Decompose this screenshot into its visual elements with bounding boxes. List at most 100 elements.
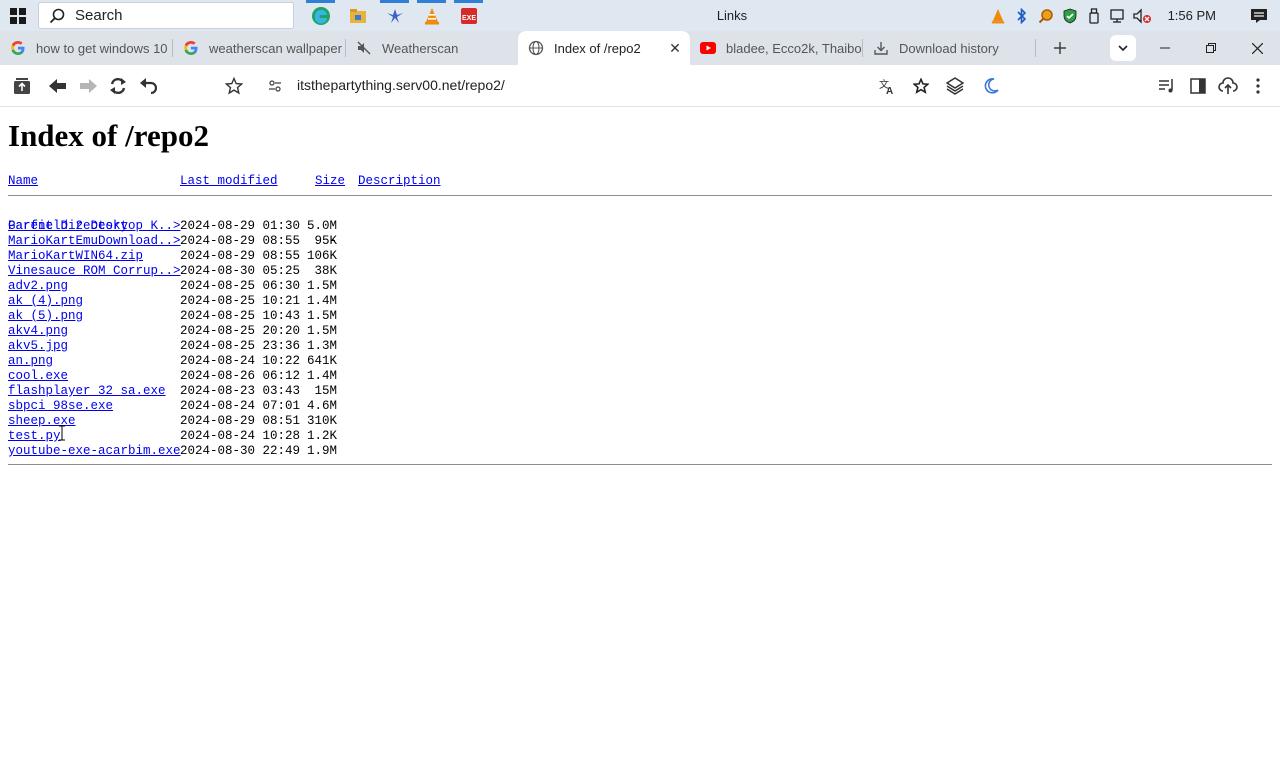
- file-link[interactable]: Garfield_2_Desktop_K..>: [8, 219, 181, 234]
- side-panel-button[interactable]: [1186, 74, 1210, 98]
- globe-icon: [528, 40, 544, 56]
- tab-bladee-youtube[interactable]: bladee, Ecco2k, Thaiboy: [690, 31, 862, 65]
- save-page-button[interactable]: [10, 74, 34, 98]
- taskbar-app-bird[interactable]: [376, 0, 413, 31]
- tray-network-icon[interactable]: [1106, 0, 1130, 31]
- taskbar-search-box[interactable]: Search: [38, 2, 294, 29]
- address-bar-url[interactable]: itsthepartything.serv00.net/repo2/: [297, 77, 505, 93]
- side-panel-icon: [1190, 78, 1206, 94]
- minimize-button[interactable]: [1142, 31, 1188, 65]
- file-row: ak (4).png 2024-08-25 10:21 1.4M: [8, 294, 337, 309]
- file-modified: 2024-08-29 08:51: [180, 414, 301, 428]
- taskbar-app-file-explorer[interactable]: [339, 0, 376, 31]
- tab-weatherscan-wallpaper[interactable]: weatherscan wallpaper -: [173, 31, 345, 65]
- file-size: 310K: [307, 414, 338, 428]
- page-content: Index of /repo2 Name Last modified Size …: [0, 107, 1280, 768]
- tab-how-to-get-windows[interactable]: how to get windows 10 p: [0, 31, 172, 65]
- app-bird-icon: [386, 8, 403, 23]
- sort-by-description-link[interactable]: Description: [358, 174, 441, 188]
- sort-by-size-link[interactable]: Size: [315, 174, 345, 188]
- moon-icon: [984, 78, 999, 94]
- file-size: 5.0M: [307, 219, 338, 233]
- restore-icon: [1206, 43, 1216, 53]
- file-row: cool.exe 2024-08-26 06:12 1.4M: [8, 369, 337, 384]
- restore-button[interactable]: [1188, 31, 1234, 65]
- tray-shield-icon[interactable]: [1058, 0, 1082, 31]
- undo-close-button[interactable]: [136, 74, 160, 98]
- translate-button[interactable]: 文A: [875, 74, 899, 98]
- tab-weatherscan[interactable]: Weatherscan: [346, 31, 518, 65]
- tab-download-history[interactable]: Download history: [863, 31, 1035, 65]
- site-info-button[interactable]: [263, 74, 287, 98]
- file-link[interactable]: ak (4).png: [8, 294, 83, 309]
- tray-bluetooth-icon[interactable]: [1010, 0, 1034, 31]
- sort-by-name-link[interactable]: Name: [8, 174, 38, 188]
- file-link[interactable]: ak (5).png: [8, 309, 83, 324]
- file-link[interactable]: adv2.png: [8, 279, 68, 294]
- close-icon: [1251, 42, 1263, 54]
- file-link[interactable]: akv4.png: [8, 324, 68, 339]
- file-link[interactable]: test.py: [8, 429, 61, 444]
- extension-button[interactable]: [943, 74, 967, 98]
- taskbar-app-edge[interactable]: [302, 0, 339, 31]
- file-link[interactable]: akv5.jpg: [8, 339, 68, 354]
- file-size: 95K: [314, 234, 337, 248]
- tab-title: weatherscan wallpaper -: [209, 40, 345, 56]
- page-title: Index of /repo2: [8, 118, 209, 153]
- file-modified: 2024-08-25 10:43: [180, 309, 301, 323]
- favorite-button[interactable]: [909, 74, 933, 98]
- tray-usb-icon[interactable]: [1082, 0, 1106, 31]
- tray-search-app-icon[interactable]: [1034, 0, 1058, 31]
- taskbar-clock[interactable]: 1:56 PM: [1168, 8, 1216, 23]
- file-link[interactable]: an.png: [8, 354, 53, 369]
- file-row: youtube-exe-acarbim.exe 2024-08-30 22:49 1…: [8, 444, 337, 459]
- dark-mode-button[interactable]: [979, 74, 1003, 98]
- sort-by-last-modified-link[interactable]: Last modified: [180, 174, 278, 188]
- file-row: test.py 2024-08-24 10:28 1.2K: [8, 429, 337, 444]
- new-tab-button[interactable]: [1042, 31, 1078, 65]
- back-button[interactable]: [46, 74, 70, 98]
- tray-vlc-icon[interactable]: [986, 0, 1010, 31]
- file-modified: 2024-08-24 07:01: [180, 399, 301, 413]
- cloud-upload-button[interactable]: [1216, 74, 1240, 98]
- forward-button[interactable]: [76, 74, 100, 98]
- file-row: ak (5).png 2024-08-25 10:43 1.5M: [8, 309, 337, 324]
- file-size: 1.5M: [307, 279, 338, 293]
- file-link[interactable]: sbpci_98se.exe: [8, 399, 113, 414]
- muted-sound-icon[interactable]: [356, 40, 372, 56]
- edge-icon: [311, 6, 330, 25]
- more-menu-button[interactable]: [1246, 74, 1270, 98]
- file-link[interactable]: MarioKartEmuDownload..>: [8, 234, 181, 249]
- directory-listing: Name Last modified Size Description Pare…: [8, 174, 441, 459]
- tab-title: bladee, Ecco2k, Thaiboy: [726, 40, 862, 56]
- google-icon: [10, 40, 26, 56]
- file-modified: 2024-08-30 05:25: [180, 264, 301, 278]
- tab-index-of-repo2[interactable]: Index of /repo2 ✕: [518, 31, 690, 65]
- close-tab-icon[interactable]: ✕: [666, 39, 684, 57]
- bookmark-page-button[interactable]: [222, 74, 246, 98]
- file-link[interactable]: flashplayer_32_sa.exe: [8, 384, 166, 399]
- close-window-button[interactable]: [1234, 31, 1280, 65]
- file-link[interactable]: cool.exe: [8, 369, 68, 384]
- file-modified: 2024-08-23 03:43: [180, 384, 301, 398]
- tab-title: Index of /repo2: [554, 40, 641, 56]
- svg-text:EXE: EXE: [461, 15, 475, 22]
- file-link[interactable]: Vinesauce_ROM_Corrup..>: [8, 264, 181, 279]
- taskbar-app-exe[interactable]: EXE: [450, 0, 487, 31]
- taskbar-app-vlc[interactable]: [413, 0, 450, 31]
- file-modified: 2024-08-29 01:30: [180, 219, 301, 233]
- file-link[interactable]: youtube-exe-acarbim.exe: [8, 444, 181, 459]
- file-row: an.png 2024-08-24 10:22 641K: [8, 354, 337, 369]
- file-link[interactable]: MarioKartWIN64.zip: [8, 249, 143, 264]
- tab-search-button[interactable]: [1110, 35, 1136, 61]
- reload-button[interactable]: [106, 74, 130, 98]
- tray-volume-muted-icon[interactable]: [1130, 0, 1154, 31]
- search-icon: [49, 8, 65, 23]
- file-row: akv4.png 2024-08-25 20:20 1.5M: [8, 324, 337, 339]
- notification-center-icon[interactable]: [1244, 8, 1274, 24]
- reading-list-button[interactable]: [1155, 74, 1179, 98]
- start-button[interactable]: [0, 0, 36, 31]
- tab-title: Download history: [899, 40, 999, 56]
- file-size: 1.4M: [307, 294, 338, 308]
- file-size: 1.9M: [307, 444, 338, 458]
